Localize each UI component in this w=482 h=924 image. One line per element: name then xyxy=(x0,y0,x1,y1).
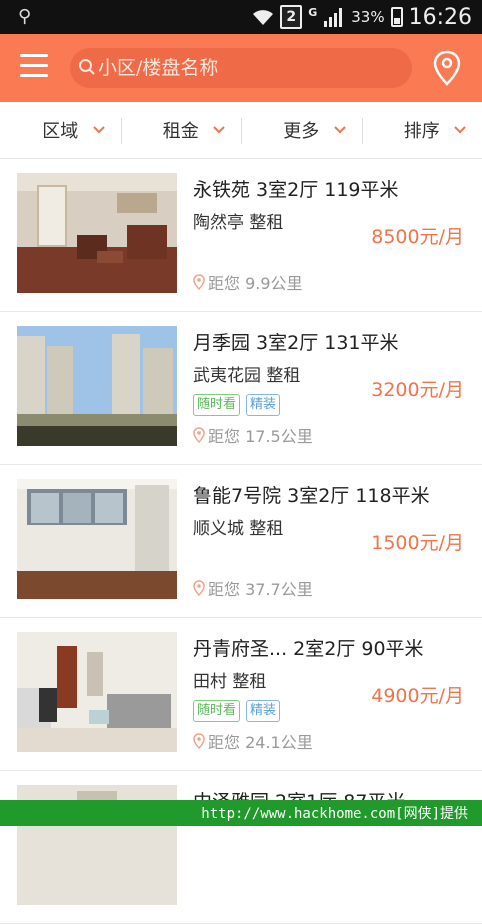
filter-label: 租金 xyxy=(163,117,199,143)
location-pin-icon xyxy=(193,733,205,749)
status-bar: ⚲ 2 G 33% 16:26 xyxy=(0,0,482,34)
distance-text: 距您 24.1公里 xyxy=(208,729,313,753)
listing-item[interactable]: 鲁能7号院 3室2厅 118平米 顺义城 整租 1500元/月 距您 37.7公… xyxy=(0,465,482,618)
listing-area: 顺义城 整租 xyxy=(193,514,283,539)
signal-icon xyxy=(323,7,345,27)
app-header xyxy=(0,34,482,102)
listing-price: 4900元/月 xyxy=(371,681,464,708)
tag-furnished: 精装 xyxy=(246,394,280,416)
sim-slot-indicator: 2 xyxy=(280,5,302,29)
listing-price: 1500元/月 xyxy=(371,528,464,555)
listing-area: 武夷花园 整租 xyxy=(193,361,300,386)
listing-photo xyxy=(17,326,177,446)
listing-price: 3200元/月 xyxy=(371,375,464,402)
listing-price: 8500元/月 xyxy=(371,222,464,249)
listing-photo xyxy=(17,632,177,752)
distance-text: 距您 37.7公里 xyxy=(208,576,313,600)
listing-area: 田村 整租 xyxy=(193,667,266,692)
listing-photo xyxy=(17,173,177,293)
tag-furnished: 精装 xyxy=(246,700,280,722)
filter-more[interactable]: 更多 xyxy=(241,102,362,158)
battery-icon xyxy=(391,7,403,27)
listing-item[interactable]: 月季园 3室2厅 131平米 武夷花园 整租 3200元/月 随时看 精装 距您… xyxy=(0,312,482,465)
distance-text: 距您 9.9公里 xyxy=(208,270,303,294)
listing-item[interactable]: 永铁苑 3室2厅 119平米 陶然亭 整租 8500元/月 距您 9.9公里 xyxy=(0,159,482,312)
chevron-down-icon xyxy=(334,126,346,134)
listing-title: 丹青府圣... 2室2厅 90平米 xyxy=(193,634,424,661)
search-bar[interactable] xyxy=(70,48,412,88)
menu-icon xyxy=(20,54,48,57)
filter-label: 更多 xyxy=(283,117,319,143)
listing-item[interactable]: 丹青府圣... 2室2厅 90平米 田村 整租 4900元/月 随时看 精装 距… xyxy=(0,618,482,771)
listing-title: 鲁能7号院 3室2厅 118平米 xyxy=(193,481,430,508)
menu-button[interactable] xyxy=(20,54,48,80)
filter-bar: 区域 租金 更多 排序 xyxy=(0,102,482,159)
listing-item[interactable]: 中泽雅园 2室1厅 87平米 xyxy=(0,771,482,924)
listing-photo xyxy=(17,479,177,599)
location-pin-icon xyxy=(193,427,205,443)
distance-text: 距您 17.5公里 xyxy=(208,423,313,447)
listing-distance: 距您 17.5公里 xyxy=(193,423,313,447)
listing-tags: 随时看 精装 xyxy=(193,700,280,722)
chevron-down-icon xyxy=(213,126,225,134)
location-pin-icon xyxy=(193,274,205,290)
listing-tags: 随时看 精装 xyxy=(193,394,280,416)
location-pin-icon[interactable] xyxy=(432,50,462,86)
listing-distance: 距您 9.9公里 xyxy=(193,270,303,294)
wifi-icon xyxy=(252,8,274,26)
battery-percent: 33% xyxy=(351,8,384,26)
listing-title: 永铁苑 3室2厅 119平米 xyxy=(193,175,399,202)
filter-label: 排序 xyxy=(404,117,440,143)
filter-area[interactable]: 区域 xyxy=(0,102,121,158)
network-type: G xyxy=(308,6,317,19)
chevron-down-icon xyxy=(93,126,105,134)
listing-distance: 距您 37.7公里 xyxy=(193,576,313,600)
filter-sort[interactable]: 排序 xyxy=(362,102,482,158)
usb-icon: ⚲ xyxy=(18,6,31,27)
chevron-down-icon xyxy=(454,126,466,134)
clock: 16:26 xyxy=(409,5,472,30)
listing-area: 陶然亭 整租 xyxy=(193,208,283,233)
tag-anytime-viewing: 随时看 xyxy=(193,394,240,416)
tag-anytime-viewing: 随时看 xyxy=(193,700,240,722)
location-pin-icon xyxy=(193,580,205,596)
listing-title: 月季园 3室2厅 131平米 xyxy=(193,328,399,355)
filter-label: 区域 xyxy=(42,117,78,143)
watermark-bar: http://www.hackhome.com[网侠]提供 xyxy=(0,800,482,826)
search-input[interactable] xyxy=(98,48,398,88)
listing-distance: 距您 24.1公里 xyxy=(193,729,313,753)
filter-rent[interactable]: 租金 xyxy=(121,102,242,158)
search-icon xyxy=(78,58,96,76)
watermark-text: http://www.hackhome.com[网侠]提供 xyxy=(201,803,468,823)
